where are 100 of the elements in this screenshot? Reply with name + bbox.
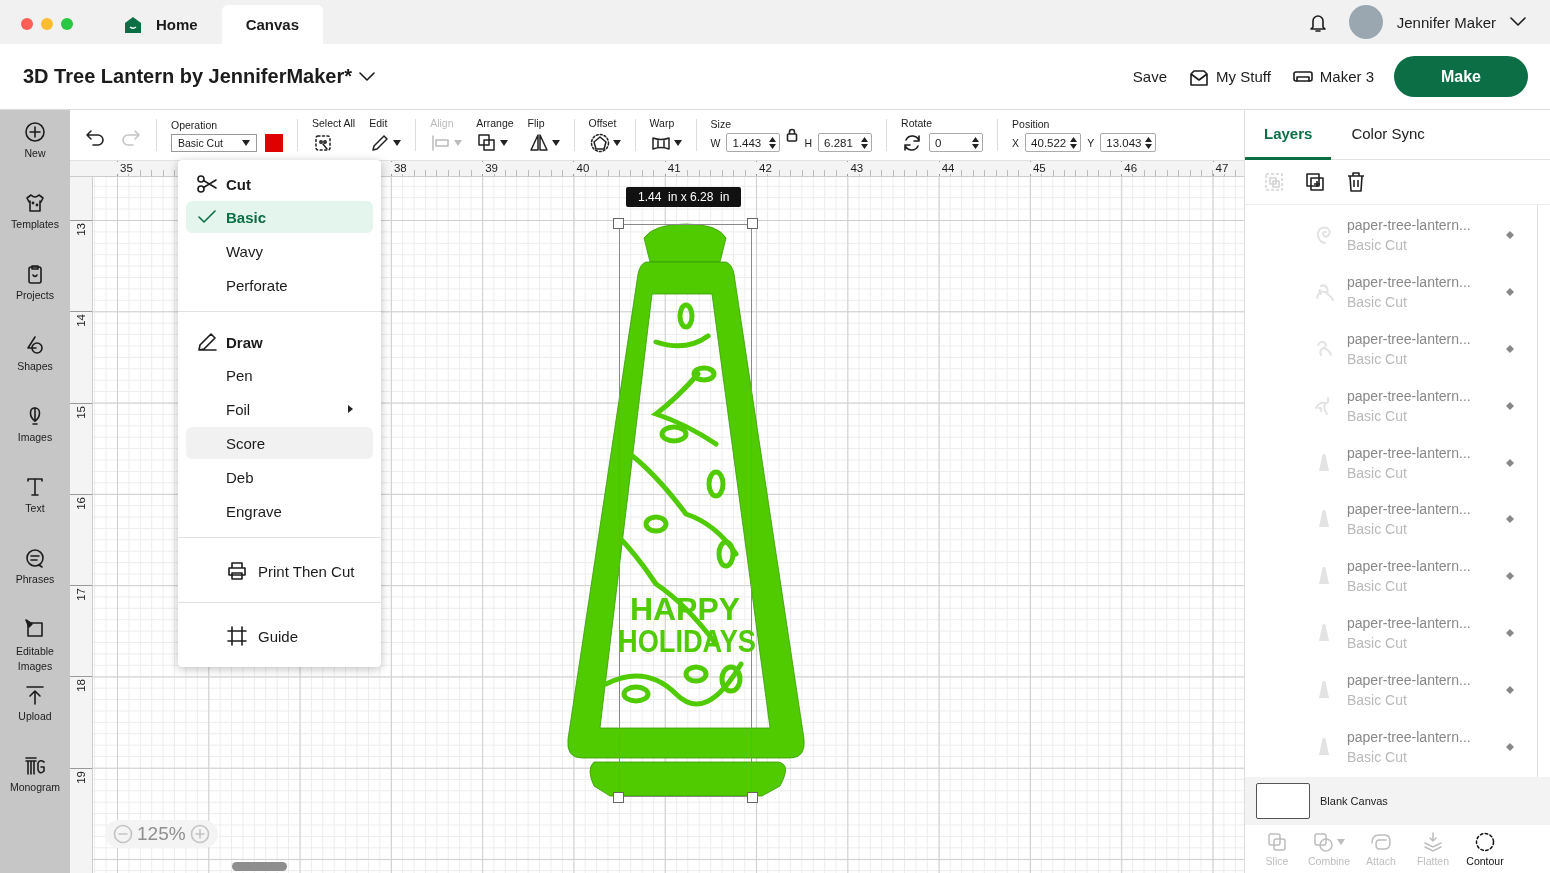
menu-item[interactable]: Score: [186, 427, 373, 459]
sidebar-item[interactable]: Monogram: [0, 755, 70, 826]
x-position-field[interactable]: 40.522: [1025, 133, 1082, 152]
selection-handle[interactable]: [747, 218, 758, 229]
edit-nodes-icon: [24, 618, 46, 640]
project-title[interactable]: 3D Tree Lantern by JenniferMaker*: [23, 65, 352, 88]
app-tab[interactable]: Home: [100, 5, 222, 44]
layer-row[interactable]: paper-tree-lantern... Basic Cut: [1245, 661, 1537, 719]
menu-item[interactable]: Pen: [186, 359, 373, 391]
make-button[interactable]: Make: [1394, 56, 1528, 97]
duplicate-button[interactable]: [1304, 171, 1326, 193]
sidebar-item[interactable]: New: [0, 121, 70, 192]
diamond-icon[interactable]: [1505, 287, 1515, 298]
y-position-field[interactable]: 13.043: [1100, 133, 1157, 152]
diamond-icon[interactable]: [1505, 457, 1515, 468]
menu-item[interactable]: Foil: [186, 393, 373, 425]
lantern-cutout[interactable]: [567, 223, 805, 797]
layer-row[interactable]: paper-tree-lantern... Basic Cut: [1245, 491, 1537, 548]
ruler-number: 46: [1121, 162, 1140, 174]
panel-tool-button[interactable]: Contour: [1459, 831, 1511, 867]
ruler-number: 19: [74, 770, 88, 784]
caret-icon: [673, 139, 682, 146]
stepper-icon[interactable]: [1145, 136, 1153, 149]
caret-icon: [393, 139, 402, 146]
save-button[interactable]: Save: [1132, 68, 1168, 85]
layer-name: paper-tree-lantern...: [1347, 671, 1472, 688]
pencil-icon: [196, 331, 218, 353]
sidebar-item[interactable]: Phrases: [0, 547, 70, 618]
guide-icon: [226, 625, 248, 647]
scrollbar-thumb[interactable]: [232, 862, 287, 871]
combine-icon: [1313, 831, 1335, 853]
ruler-number: 35: [117, 162, 135, 174]
diamond-icon[interactable]: [1505, 344, 1515, 354]
color-swatch[interactable]: [265, 133, 283, 152]
layer-row[interactable]: paper-tree-lantern... Basic Cut: [1245, 604, 1537, 662]
sidebar-item[interactable]: Shapes: [0, 334, 70, 405]
layer-row[interactable]: paper-tree-lantern... Basic Cut: [1245, 207, 1537, 264]
menu-item[interactable]: Basic: [186, 201, 373, 233]
size-tooltip: 1.44 in x 6.28 in: [626, 187, 742, 207]
width-field[interactable]: 1.443: [726, 133, 781, 152]
menu-item[interactable]: Engrave: [186, 495, 373, 527]
diamond-icon[interactable]: [1505, 400, 1515, 411]
design-text: HOLIDAYS: [618, 623, 781, 659]
selection-handle[interactable]: [613, 218, 624, 229]
toolbar-button[interactable]: [476, 131, 509, 154]
stepper-icon[interactable]: [769, 136, 777, 149]
layer-row[interactable]: paper-tree-lantern... Basic Cut: [1245, 377, 1537, 435]
layer-row[interactable]: paper-tree-lantern... Basic Cut: [1245, 547, 1537, 605]
menu-header: Draw: [186, 325, 373, 359]
sidebar-item[interactable]: Templates: [0, 192, 70, 263]
menu-item[interactable]: Perforate: [186, 269, 373, 301]
lock-icon[interactable]: [786, 127, 799, 142]
header-button[interactable]: Maker 3: [1292, 67, 1374, 86]
rotate-field[interactable]: 0: [929, 133, 984, 152]
diamond-icon[interactable]: [1505, 741, 1515, 752]
menu-item[interactable]: Guide: [186, 619, 373, 653]
selection-handle[interactable]: [613, 792, 624, 803]
diamond-icon[interactable]: [1505, 571, 1515, 582]
header-button[interactable]: My Stuff: [1189, 67, 1271, 86]
diamond-icon[interactable]: [1505, 684, 1515, 695]
height-field[interactable]: 6.281: [818, 133, 873, 152]
selection-handle[interactable]: [747, 792, 758, 803]
panel-tab[interactable]: Color Sync: [1331, 110, 1445, 160]
ruler-number: 17: [74, 588, 88, 601]
panel-tab[interactable]: Layers: [1245, 110, 1332, 160]
diamond-icon[interactable]: [1505, 514, 1515, 525]
diamond-icon[interactable]: [1505, 230, 1515, 241]
operation-dropdown[interactable]: Basic Cut: [171, 133, 257, 152]
app-tab[interactable]: Canvas: [221, 5, 324, 44]
close-button[interactable]: [21, 18, 33, 30]
dashed-circle-icon: [1474, 831, 1496, 853]
layer-name: paper-tree-lantern...: [1347, 331, 1472, 347]
layer-row[interactable]: paper-tree-lantern... Basic Cut: [1245, 434, 1537, 491]
delete-button[interactable]: [1345, 171, 1367, 193]
stepper-icon[interactable]: [861, 136, 869, 149]
menu-item[interactable]: Deb: [186, 461, 373, 493]
caret-icon: [242, 139, 250, 146]
sidebar-item[interactable]: Editable Images: [0, 618, 70, 684]
diamond-icon[interactable]: [1505, 627, 1515, 638]
blank-canvas-row[interactable]: Blank Canvas: [1245, 777, 1550, 825]
sidebar-item[interactable]: Upload: [0, 684, 70, 755]
offset-icon: [588, 131, 611, 154]
stepper-icon[interactable]: [1070, 136, 1078, 149]
layer-row[interactable]: paper-tree-lantern... Basic Cut: [1245, 263, 1537, 321]
scissors-icon: [196, 173, 218, 195]
layer-operation: Basic Cut: [1347, 521, 1408, 538]
user-name[interactable]: Jennifer Maker: [1396, 13, 1496, 31]
sidebar-item[interactable]: Images: [0, 405, 70, 476]
layer-row[interactable]: paper-tree-lantern... Basic Cut: [1245, 718, 1537, 775]
sidebar-item[interactable]: Projects: [0, 263, 70, 334]
menu-item[interactable]: Wavy: [186, 235, 373, 267]
ruler-number: 40: [573, 162, 592, 174]
toolbar-button[interactable]: [588, 131, 621, 154]
toolbar-button[interactable]: [527, 131, 560, 154]
chevron-down-icon: [359, 71, 375, 82]
ruler-number: 13: [74, 223, 88, 236]
menu-item[interactable]: Print Then Cut: [186, 554, 373, 588]
stepper-icon[interactable]: [972, 136, 980, 149]
sidebar-item[interactable]: Text: [0, 476, 70, 547]
layer-row[interactable]: paper-tree-lantern... Basic Cut: [1245, 320, 1537, 378]
